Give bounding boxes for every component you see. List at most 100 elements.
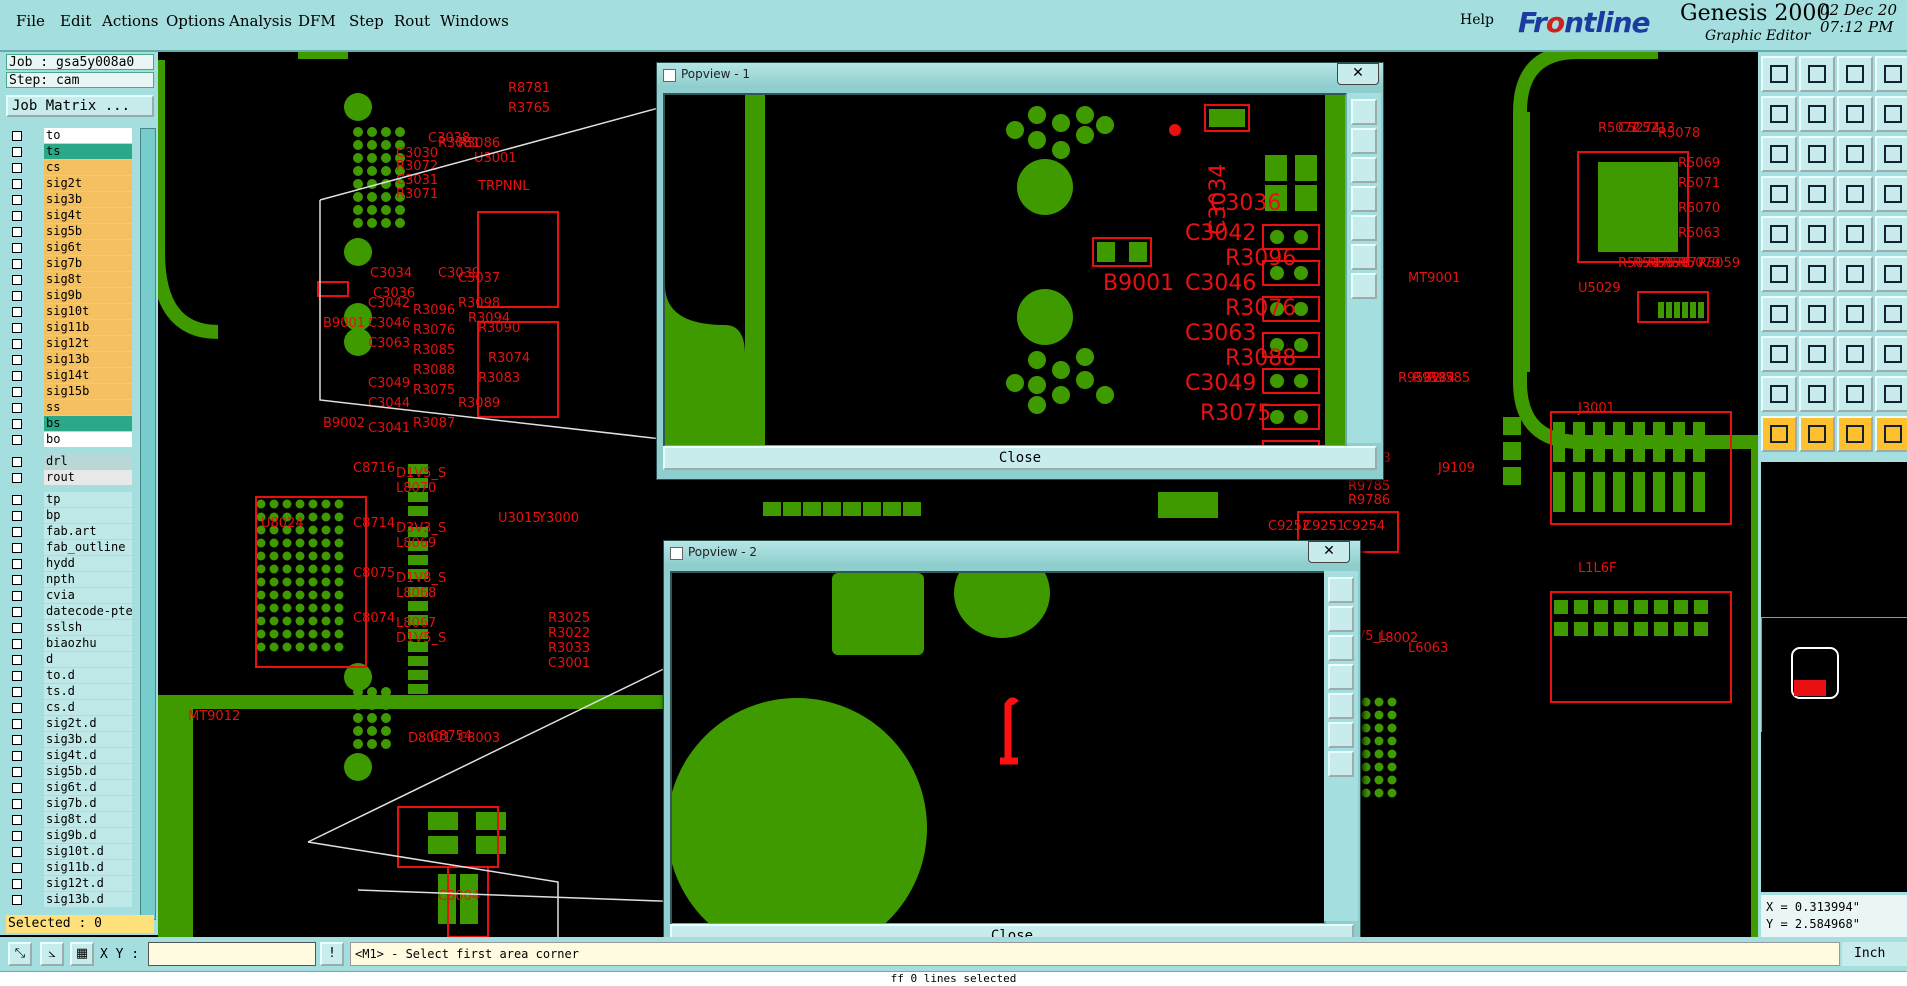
layer-row-fab-outline[interactable]: fab_outline [8,540,132,556]
layer-checkbox[interactable] [12,371,22,381]
layer-name[interactable]: sig3b.d [44,732,132,747]
pad-icon[interactable] [1761,216,1797,252]
layer-name[interactable]: bs [44,416,132,431]
popview-tool-button[interactable] [1328,693,1354,719]
layer-row-ss[interactable]: ss [8,400,132,416]
layer-name[interactable]: datecode-pte [44,604,132,619]
zoom-fit-icon[interactable] [1875,56,1907,92]
layer-checkbox[interactable] [12,767,22,777]
scale-icon[interactable] [1837,96,1873,132]
layer-name[interactable]: sig11b [44,320,132,335]
layer-row-sig5b[interactable]: sig5b [8,224,132,240]
layer-row-sig13b-d[interactable]: sig13b.d [8,892,132,908]
corner-icon[interactable] [1875,296,1907,332]
layer-checkbox[interactable] [12,511,22,521]
layer-row-sslsh[interactable]: sslsh [8,620,132,636]
layer-name[interactable]: npth [44,572,132,587]
line-icon[interactable] [1799,216,1835,252]
layer-row-sig4t[interactable]: sig4t [8,208,132,224]
tile-icon[interactable] [1799,176,1835,212]
popview-tool-button[interactable] [1351,128,1377,154]
layer-row-sig10t[interactable]: sig10t [8,304,132,320]
layer-row-bp[interactable]: bp [8,508,132,524]
menu-edit[interactable]: Edit [60,12,91,30]
flag-icon[interactable] [1761,336,1797,372]
layer-row-drl[interactable]: drl [8,454,132,470]
layer-checkbox[interactable] [12,387,22,397]
layer-row-biaozhu[interactable]: biaozhu [8,636,132,652]
layer-name[interactable]: sig10t.d [44,844,132,859]
pointer-icon[interactable] [1761,416,1797,452]
layer-checkbox[interactable] [12,131,22,141]
layer-name[interactable]: cs.d [44,700,132,715]
layers-icon[interactable] [1875,176,1907,212]
arc-icon[interactable] [1837,296,1873,332]
layer-name[interactable]: sig7b.d [44,796,132,811]
layer-name[interactable]: sig5b.d [44,764,132,779]
layer-row-sig9b[interactable]: sig9b [8,288,132,304]
layer-name[interactable]: rout [44,470,132,485]
layer-checkbox[interactable] [12,259,22,269]
layer-checkbox[interactable] [12,179,22,189]
layer-checkbox[interactable] [12,543,22,553]
layer-row-cvia[interactable]: cvia [8,588,132,604]
layer-row-sig6t[interactable]: sig6t [8,240,132,256]
layer-row-to[interactable]: to [8,128,132,144]
layer-row-sig12t[interactable]: sig12t [8,336,132,352]
layer-name[interactable]: sig12t.d [44,876,132,891]
layer-checkbox[interactable] [12,559,22,569]
layer-checkbox[interactable] [12,195,22,205]
layer-checkbox[interactable] [12,671,22,681]
layer-row-npth[interactable]: npth [8,572,132,588]
popview-tool-button[interactable] [1328,635,1354,661]
layer-checkbox[interactable] [12,355,22,365]
layer-name[interactable]: sig4t [44,208,132,223]
line-icon[interactable] [1761,296,1797,332]
popview-tool-button[interactable] [1351,215,1377,241]
layer-row-tp[interactable]: tp [8,492,132,508]
layer-row-rout[interactable]: rout [8,470,132,486]
overview-window[interactable] [1761,617,1907,734]
layer-checkbox[interactable] [12,591,22,601]
layer-name[interactable]: drl [44,454,132,469]
layer-name[interactable]: cvia [44,588,132,603]
menu-step[interactable]: Step [349,12,384,30]
layer-name[interactable]: sig5b [44,224,132,239]
triangle-icon[interactable] [1837,376,1873,412]
layer-row-sig8t[interactable]: sig8t [8,272,132,288]
layer-checkbox[interactable] [12,703,22,713]
popview-tool-button[interactable] [1351,157,1377,183]
measure-button[interactable]: ⦣ [40,942,64,966]
popview-tool-button[interactable] [1351,186,1377,212]
grid-button[interactable]: ▦ [70,942,94,966]
layer-row-sig13b[interactable]: sig13b [8,352,132,368]
zoom-next-icon[interactable] [1799,96,1835,132]
layer-row-sig3b-d[interactable]: sig3b.d [8,732,132,748]
layer-checkbox[interactable] [12,403,22,413]
layer-checkbox[interactable] [12,323,22,333]
layer-row-bs[interactable]: bs [8,416,132,432]
layer-name[interactable]: sig13b.d [44,892,132,907]
layer-row-cs-d[interactable]: cs.d [8,700,132,716]
layer-name[interactable]: sig2t.d [44,716,132,731]
layer-name[interactable]: ss [44,400,132,415]
dash-icon[interactable] [1799,336,1835,372]
layer-checkbox[interactable] [12,687,22,697]
layer-name[interactable]: sslsh [44,620,132,635]
layer-name[interactable]: biaozhu [44,636,132,651]
popview-tool-button[interactable] [1351,273,1377,299]
layer-checkbox[interactable] [12,831,22,841]
layer-checkbox[interactable] [12,735,22,745]
popview-1-view[interactable]: C3034 C3036 C3042 R3096 C3046 R3076 C3063 R3088… [663,93,1347,447]
layer-name[interactable]: sig11b.d [44,860,132,875]
layer-name[interactable]: to.d [44,668,132,683]
popview-1-close-icon[interactable]: ✕ [1337,63,1379,85]
menu-actions[interactable]: Actions [102,12,158,30]
layer-name[interactable]: sig8t.d [44,812,132,827]
layer-checkbox[interactable] [12,575,22,585]
menu-options[interactable]: Options [166,12,225,30]
layer-name[interactable]: tp [44,492,132,507]
layer-checkbox[interactable] [12,275,22,285]
grid-icon[interactable] [1875,136,1907,172]
layer-row-bo[interactable]: bo [8,432,132,448]
